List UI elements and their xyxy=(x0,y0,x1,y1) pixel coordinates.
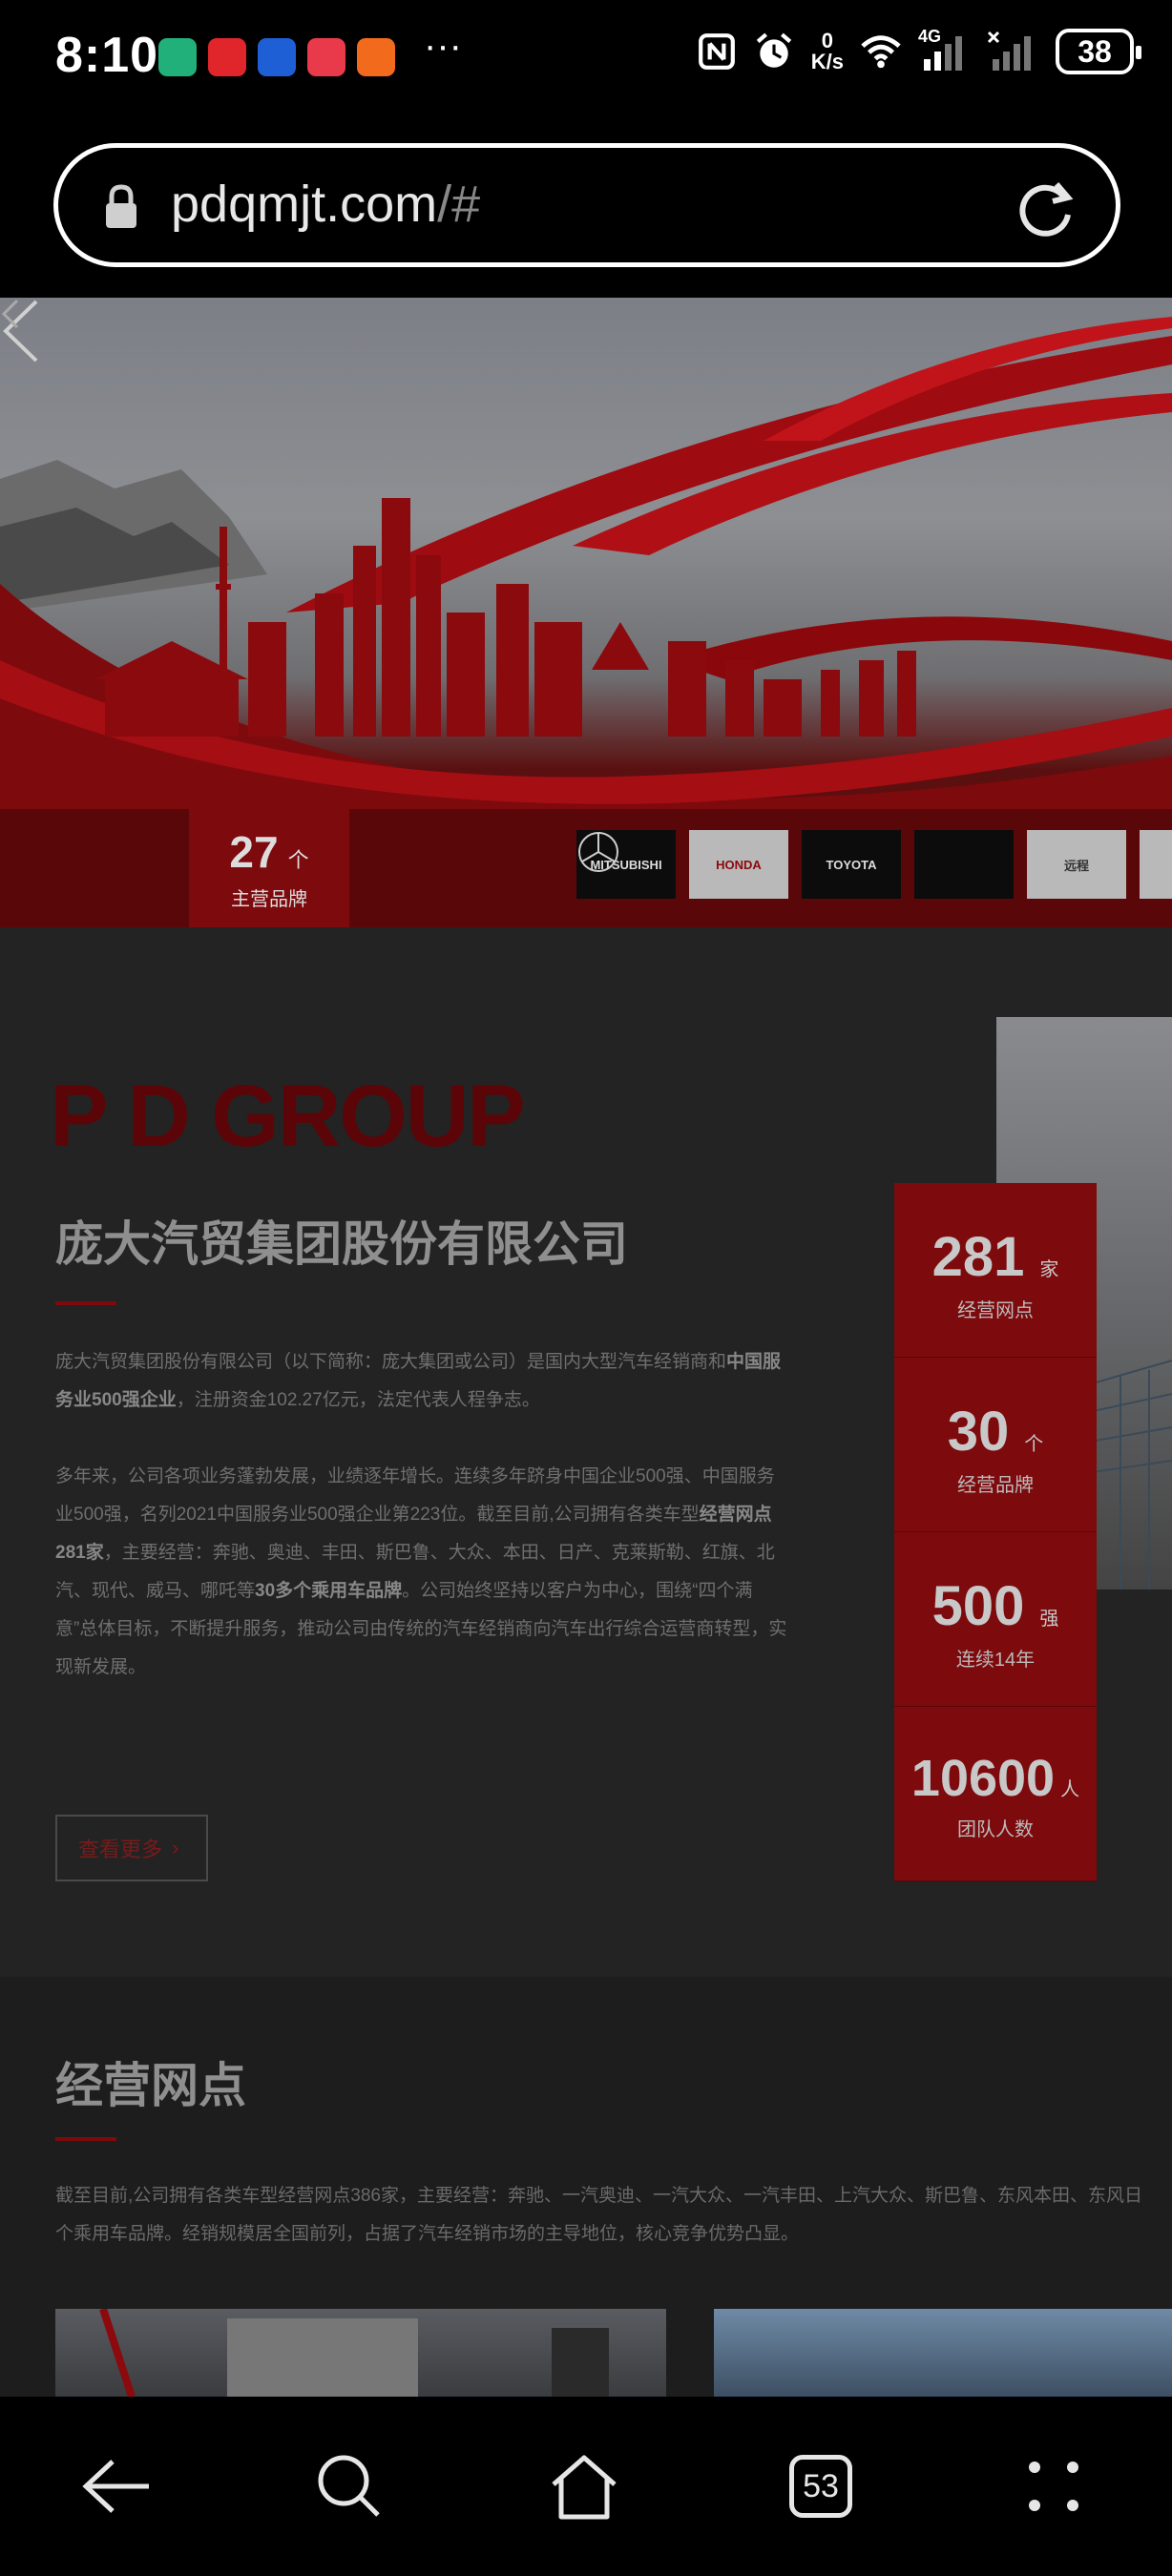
back-arrow-icon xyxy=(82,2460,149,2513)
no-signal-icon xyxy=(987,31,1031,71)
wifi-icon xyxy=(861,35,901,69)
english-brand-title: P D GROUP xyxy=(50,1068,526,1165)
stat-outlets: 281 家 经营网点 xyxy=(894,1183,1097,1358)
nfc-icon xyxy=(698,33,735,70)
stat-team: 10600 人 团队人数 xyxy=(894,1707,1097,1881)
hero-banner[interactable]: 27 个 主营品牌 MITSUBISHI HONDA TOYOTA 远程 xyxy=(0,298,1172,927)
app-notification-icon xyxy=(307,38,345,76)
stats-panel: 281 家 经营网点 30 个 经营品牌 500 强 连续14年 10600 人 团队人… xyxy=(894,1183,1097,1881)
clock: 8:10 xyxy=(55,28,159,83)
brand-logo-partial[interactable] xyxy=(1140,830,1172,899)
outlet-photo[interactable] xyxy=(714,2309,1172,2397)
app-notification-icon xyxy=(258,38,296,76)
url-text[interactable]: pdqmjt.com/# xyxy=(171,175,480,234)
network-speed: 0 K/s xyxy=(810,29,844,73)
app-notification-icon xyxy=(208,38,246,76)
brand-logo-yuancheng[interactable]: 远程 xyxy=(1027,830,1126,899)
battery-indicator: 38 xyxy=(1056,29,1141,74)
outlets-section: 经营网点 截至目前,公司拥有各类车型经营网点386家，主要经营：奔驰、一汽奥迪、… xyxy=(0,1977,1172,2397)
app-notification-icon xyxy=(357,38,395,76)
outlets-title: 经营网点 xyxy=(55,2059,246,2112)
dots-menu-icon xyxy=(1029,2462,1078,2511)
stat-top500: 500 强 连续14年 xyxy=(894,1532,1097,1707)
view-more-button[interactable]: 查看更多 › xyxy=(55,1815,208,1881)
more-notifications-icon: ··· xyxy=(424,25,462,67)
brand-logo-mercedes[interactable] xyxy=(578,830,1014,899)
browser-toolbar: pdqmjt.com/# xyxy=(0,116,1172,298)
brand-logo-toyota[interactable]: TOYOTA xyxy=(802,830,901,899)
search-button[interactable] xyxy=(303,2441,395,2532)
reload-icon[interactable] xyxy=(1015,177,1078,239)
alarm-icon xyxy=(756,32,791,68)
about-section: P D GROUP 庞大汽贸集团股份有限公司 庞大汽贸集团股份有限公司（以下简称… xyxy=(0,927,1172,1977)
stat-brands: 30 个 经营品牌 xyxy=(894,1358,1097,1532)
back-button[interactable] xyxy=(71,2441,162,2532)
home-button[interactable] xyxy=(538,2441,630,2532)
lock-icon xyxy=(106,184,136,228)
home-icon xyxy=(552,2455,617,2520)
browser-navigation-bar: 53 xyxy=(0,2397,1172,2576)
outlets-title-underline xyxy=(55,2137,116,2141)
company-name: 庞大汽贸集团股份有限公司 xyxy=(55,1217,628,1271)
brand-prev-icon[interactable] xyxy=(0,298,21,330)
intro-paragraph-2: 多年来，公司各项业务蓬勃发展，业绩逐年增长。连续多年跻身中国企业500强、中国服… xyxy=(55,1466,787,1677)
cellular-signal-icon: 4G xyxy=(918,27,970,73)
menu-button[interactable] xyxy=(1008,2441,1099,2532)
title-underline xyxy=(55,1301,116,1305)
app-notification-icon xyxy=(158,38,197,76)
tab-count-icon: 53 xyxy=(789,2455,852,2518)
brand-logo-honda[interactable]: HONDA xyxy=(689,830,788,899)
outlets-description: 截至目前,公司拥有各类车型经营网点386家，主要经营：奔驰、一汽奥迪、一汽大众、… xyxy=(55,2186,1142,2244)
search-icon xyxy=(318,2455,380,2517)
outlet-photo[interactable] xyxy=(55,2309,666,2397)
notification-icons xyxy=(158,38,395,76)
tabs-button[interactable]: 53 xyxy=(775,2441,867,2532)
intro-paragraph-1: 庞大汽贸集团股份有限公司（以下简称：庞大集团或公司）是国内大型汽车经销商和中国服… xyxy=(55,1352,782,1410)
status-bar: 8:10 ··· 0 K/s 4G 38 xyxy=(0,0,1172,116)
brand-logo-list: MITSUBISHI HONDA TOYOTA 远程 xyxy=(576,830,1172,899)
brand-count-box: 27 个 主营品牌 xyxy=(189,805,349,927)
address-bar[interactable]: pdqmjt.com/# xyxy=(53,143,1120,267)
